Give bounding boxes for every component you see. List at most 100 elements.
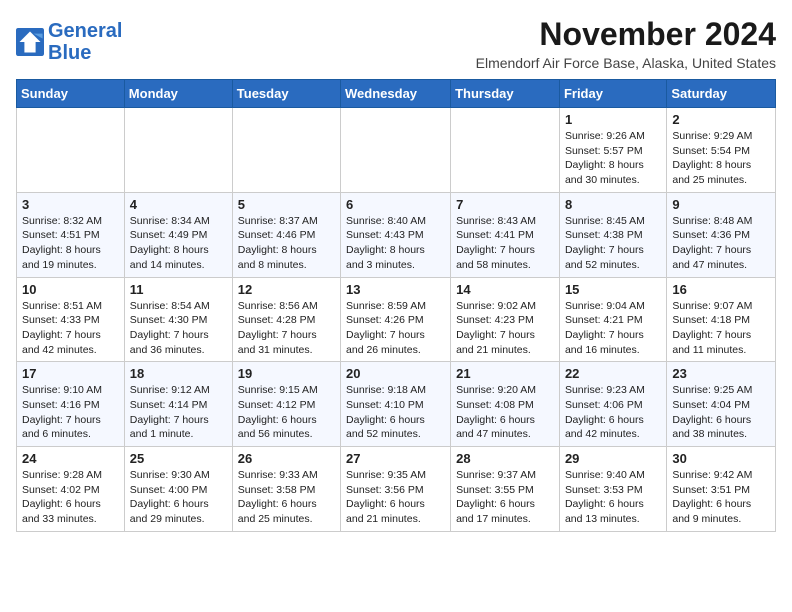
calendar: SundayMondayTuesdayWednesdayThursdayFrid… — [16, 79, 776, 532]
day-cell-11: 11 Sunrise: 8:54 AMSunset: 4:30 PMDayligh… — [124, 277, 232, 362]
day-number: 13 — [346, 282, 445, 297]
day-number: 20 — [346, 366, 445, 381]
day-cell-6: 6Sunrise: 8:40 AMSunset: 4:43 PMDaylight… — [341, 192, 451, 277]
day-number: 17 — [22, 366, 119, 381]
day-number: 6 — [346, 197, 445, 212]
day-number: 10 — [22, 282, 119, 297]
empty-cell — [341, 108, 451, 193]
day-info: Sunrise: 8:34 AMSunset: 4:49 PMDaylight:… — [130, 214, 227, 273]
day-number: 3 — [22, 197, 119, 212]
day-number: 2 — [672, 112, 770, 127]
day-cell-8: 8Sunrise: 8:45 AMSunset: 4:38 PMDaylight… — [559, 192, 666, 277]
day-number: 15 — [565, 282, 661, 297]
day-number: 27 — [346, 451, 445, 466]
day-cell-17: 17 Sunrise: 9:10 AMSunset: 4:16 PMDayligh… — [17, 362, 125, 447]
day-info: Sunrise: 9:15 AMSunset: 4:12 PMDaylight:… — [238, 383, 335, 442]
day-cell-24: 24Sunrise: 9:28 AMSunset: 4:02 PMDayligh… — [17, 447, 125, 532]
weekday-header-friday: Friday — [559, 80, 666, 108]
logo-line2: Blue — [48, 42, 91, 64]
day-cell-12: 12 Sunrise: 8:56 AMSunset: 4:28 PMDayligh… — [232, 277, 340, 362]
location-title: Elmendorf Air Force Base, Alaska, United… — [476, 55, 776, 71]
day-info: Sunrise: 9:18 AMSunset: 4:10 PMDaylight:… — [346, 383, 445, 442]
day-info: Sunrise: 9:33 AMSunset: 3:58 PMDaylight:… — [238, 468, 335, 527]
week-row-2: 3 Sunrise: 8:32 AMSunset: 4:51 PMDaylight… — [17, 192, 776, 277]
weekday-header-monday: Monday — [124, 80, 232, 108]
day-info: Sunrise: 9:12 AMSunset: 4:14 PMDaylight:… — [130, 383, 227, 442]
day-info: Sunrise: 9:26 AMSunset: 5:57 PMDaylight:… — [565, 129, 661, 188]
day-cell-20: 20 Sunrise: 9:18 AMSunset: 4:10 PMDayligh… — [341, 362, 451, 447]
week-row-1: 1 Sunrise: 9:26 AMSunset: 5:57 PMDaylight… — [17, 108, 776, 193]
day-info: Sunrise: 9:35 AMSunset: 3:56 PMDaylight:… — [346, 468, 445, 527]
month-title: November 2024 — [476, 16, 776, 53]
day-cell-27: 27 Sunrise: 9:35 AMSunset: 3:56 PMDayligh… — [341, 447, 451, 532]
day-cell-14: 14 Sunrise: 9:02 AMSunset: 4:23 PMDayligh… — [451, 277, 560, 362]
weekday-header-wednesday: Wednesday — [341, 80, 451, 108]
day-number: 5 — [238, 197, 335, 212]
day-cell-15: 15 Sunrise: 9:04 AMSunset: 4:21 PMDayligh… — [559, 277, 666, 362]
weekday-header-thursday: Thursday — [451, 80, 560, 108]
day-cell-18: 18 Sunrise: 9:12 AMSunset: 4:14 PMDayligh… — [124, 362, 232, 447]
week-row-3: 10 Sunrise: 8:51 AMSunset: 4:33 PMDayligh… — [17, 277, 776, 362]
logo-icon — [16, 28, 44, 56]
logo: General Blue — [16, 20, 122, 64]
day-info: Sunrise: 9:02 AMSunset: 4:23 PMDaylight:… — [456, 299, 554, 358]
day-info: Sunrise: 8:43 AMSunset: 4:41 PMDaylight:… — [456, 214, 554, 273]
day-cell-5: 5Sunrise: 8:37 AMSunset: 4:46 PMDaylight… — [232, 192, 340, 277]
day-number: 23 — [672, 366, 770, 381]
week-row-4: 17 Sunrise: 9:10 AMSunset: 4:16 PMDayligh… — [17, 362, 776, 447]
day-info: Sunrise: 9:07 AMSunset: 4:18 PMDaylight:… — [672, 299, 770, 358]
day-info: Sunrise: 9:37 AMSunset: 3:55 PMDaylight:… — [456, 468, 554, 527]
day-info: Sunrise: 9:10 AMSunset: 4:16 PMDaylight:… — [22, 383, 119, 442]
day-number: 12 — [238, 282, 335, 297]
day-number: 21 — [456, 366, 554, 381]
day-number: 25 — [130, 451, 227, 466]
day-number: 26 — [238, 451, 335, 466]
weekday-header-tuesday: Tuesday — [232, 80, 340, 108]
day-number: 22 — [565, 366, 661, 381]
day-number: 19 — [238, 366, 335, 381]
day-number: 9 — [672, 197, 770, 212]
day-info: Sunrise: 9:04 AMSunset: 4:21 PMDaylight:… — [565, 299, 661, 358]
day-cell-25: 25 Sunrise: 9:30 AMSunset: 4:00 PMDayligh… — [124, 447, 232, 532]
day-info: Sunrise: 8:54 AMSunset: 4:30 PMDaylight:… — [130, 299, 227, 358]
weekday-header-saturday: Saturday — [667, 80, 776, 108]
day-info: Sunrise: 9:25 AMSunset: 4:04 PMDaylight:… — [672, 383, 770, 442]
day-cell-10: 10 Sunrise: 8:51 AMSunset: 4:33 PMDayligh… — [17, 277, 125, 362]
day-cell-22: 22Sunrise: 9:23 AMSunset: 4:06 PMDayligh… — [559, 362, 666, 447]
weekday-header-sunday: Sunday — [17, 80, 125, 108]
day-number: 30 — [672, 451, 770, 466]
day-cell-30: 30 Sunrise: 9:42 AMSunset: 3:51 PMDayligh… — [667, 447, 776, 532]
day-cell-19: 19 Sunrise: 9:15 AMSunset: 4:12 PMDayligh… — [232, 362, 340, 447]
empty-cell — [451, 108, 560, 193]
empty-cell — [17, 108, 125, 193]
day-number: 18 — [130, 366, 227, 381]
day-info: Sunrise: 9:42 AMSunset: 3:51 PMDaylight:… — [672, 468, 770, 527]
day-cell-21: 21Sunrise: 9:20 AMSunset: 4:08 PMDayligh… — [451, 362, 560, 447]
day-number: 11 — [130, 282, 227, 297]
empty-cell — [124, 108, 232, 193]
day-info: Sunrise: 8:51 AMSunset: 4:33 PMDaylight:… — [22, 299, 119, 358]
day-number: 28 — [456, 451, 554, 466]
weekday-header-row: SundayMondayTuesdayWednesdayThursdayFrid… — [17, 80, 776, 108]
day-info: Sunrise: 8:48 AMSunset: 4:36 PMDaylight:… — [672, 214, 770, 273]
day-cell-1: 1 Sunrise: 9:26 AMSunset: 5:57 PMDaylight… — [559, 108, 666, 193]
day-cell-26: 26 Sunrise: 9:33 AMSunset: 3:58 PMDayligh… — [232, 447, 340, 532]
day-cell-7: 7Sunrise: 8:43 AMSunset: 4:41 PMDaylight… — [451, 192, 560, 277]
day-number: 14 — [456, 282, 554, 297]
day-info: Sunrise: 8:56 AMSunset: 4:28 PMDaylight:… — [238, 299, 335, 358]
day-cell-3: 3 Sunrise: 8:32 AMSunset: 4:51 PMDaylight… — [17, 192, 125, 277]
day-info: Sunrise: 8:59 AMSunset: 4:26 PMDaylight:… — [346, 299, 445, 358]
day-cell-23: 23 Sunrise: 9:25 AMSunset: 4:04 PMDayligh… — [667, 362, 776, 447]
day-info: Sunrise: 9:29 AMSunset: 5:54 PMDaylight:… — [672, 129, 770, 188]
day-info: Sunrise: 9:30 AMSunset: 4:00 PMDaylight:… — [130, 468, 227, 527]
day-cell-4: 4 Sunrise: 8:34 AMSunset: 4:49 PMDaylight… — [124, 192, 232, 277]
day-info: Sunrise: 8:45 AMSunset: 4:38 PMDaylight:… — [565, 214, 661, 273]
day-info: Sunrise: 8:32 AMSunset: 4:51 PMDaylight:… — [22, 214, 119, 273]
day-number: 29 — [565, 451, 661, 466]
day-number: 16 — [672, 282, 770, 297]
day-cell-29: 29 Sunrise: 9:40 AMSunset: 3:53 PMDayligh… — [559, 447, 666, 532]
day-number: 4 — [130, 197, 227, 212]
day-info: Sunrise: 9:40 AMSunset: 3:53 PMDaylight:… — [565, 468, 661, 527]
day-number: 1 — [565, 112, 661, 127]
header: General Blue November 2024 Elmendorf Air… — [16, 16, 776, 71]
